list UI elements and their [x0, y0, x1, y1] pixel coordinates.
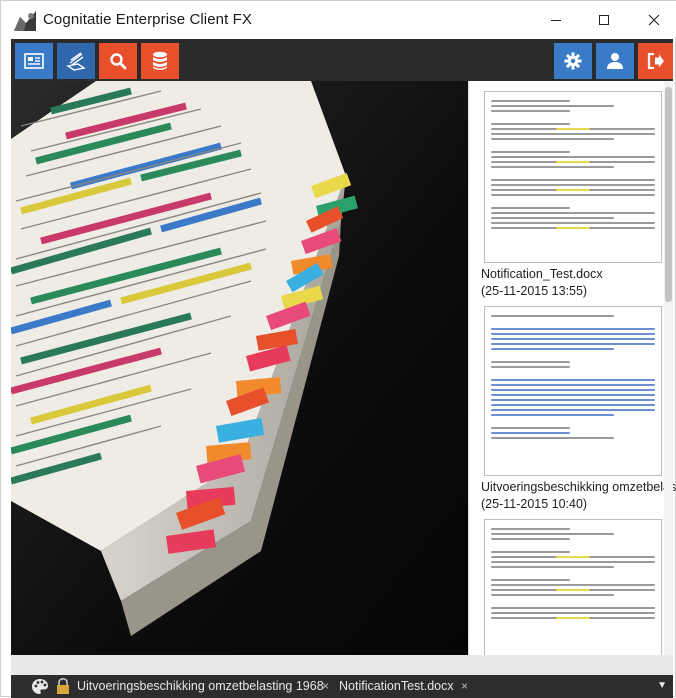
tab-uitvoeringsbeschikking[interactable]: Uitvoeringsbeschikking omzetbelasting 19…	[77, 679, 324, 693]
document-thumbnail[interactable]	[484, 519, 662, 655]
user-icon	[607, 53, 623, 69]
main-toolbar	[11, 39, 673, 81]
document-date: (25-11-2015 13:55)	[481, 284, 588, 298]
stack-of-papers-image	[11, 81, 468, 655]
main-content: Notification_Test.docx (25-11-2015 13:55…	[11, 81, 676, 655]
user-profile-button[interactable]	[596, 43, 634, 79]
logout-button[interactable]	[638, 43, 673, 79]
document-thumbnail[interactable]	[484, 306, 662, 476]
minimize-icon	[551, 20, 561, 21]
close-icon	[648, 14, 660, 26]
document-thumbnail-list[interactable]: Notification_Test.docx (25-11-2015 13:55…	[468, 81, 676, 655]
search-button[interactable]	[99, 43, 137, 79]
tab-list-dropdown[interactable]: ▼	[657, 680, 667, 691]
logout-icon	[647, 53, 664, 69]
status-strip	[11, 655, 673, 675]
document-name[interactable]: Uitvoeringsbeschikking omzetbelas...	[481, 480, 676, 494]
document-list-icon	[24, 53, 44, 69]
close-tab-button[interactable]: ×	[322, 679, 329, 693]
document-name[interactable]: Notification_Test.docx	[481, 267, 603, 281]
minimize-button[interactable]	[533, 1, 579, 39]
sidebar-scrollbar[interactable]	[664, 81, 673, 655]
settings-button[interactable]	[554, 43, 592, 79]
maximize-icon	[599, 15, 609, 25]
title-bar[interactable]: Cognitatie Enterprise Client FX	[1, 1, 676, 39]
documents-view-button[interactable]	[15, 43, 53, 79]
close-button[interactable]	[631, 1, 676, 39]
maximize-button[interactable]	[581, 1, 627, 39]
app-window: Cognitatie Enterprise Client FX Notifica…	[0, 0, 676, 698]
database-icon	[153, 51, 167, 70]
app-logo-icon	[14, 11, 36, 31]
palette-icon[interactable]	[31, 678, 49, 695]
document-preview-image[interactable]	[11, 81, 468, 655]
document-thumbnail[interactable]	[484, 91, 662, 263]
tab-notificationtest[interactable]: NotificationTest.docx	[339, 679, 454, 693]
scrollbar-thumb[interactable]	[665, 87, 672, 302]
gear-icon	[564, 52, 582, 70]
document-date: (25-11-2015 10:40)	[481, 497, 588, 511]
database-button[interactable]	[141, 43, 179, 79]
window-title: Cognitatie Enterprise Client FX	[43, 11, 253, 28]
lock-icon	[57, 678, 69, 694]
stack-documents-icon	[66, 52, 86, 71]
search-icon	[110, 53, 127, 70]
stack-view-button[interactable]	[57, 43, 95, 79]
close-tab-button[interactable]: ×	[461, 679, 468, 693]
document-tab-bar: Uitvoeringsbeschikking omzetbelasting 19…	[11, 675, 673, 698]
